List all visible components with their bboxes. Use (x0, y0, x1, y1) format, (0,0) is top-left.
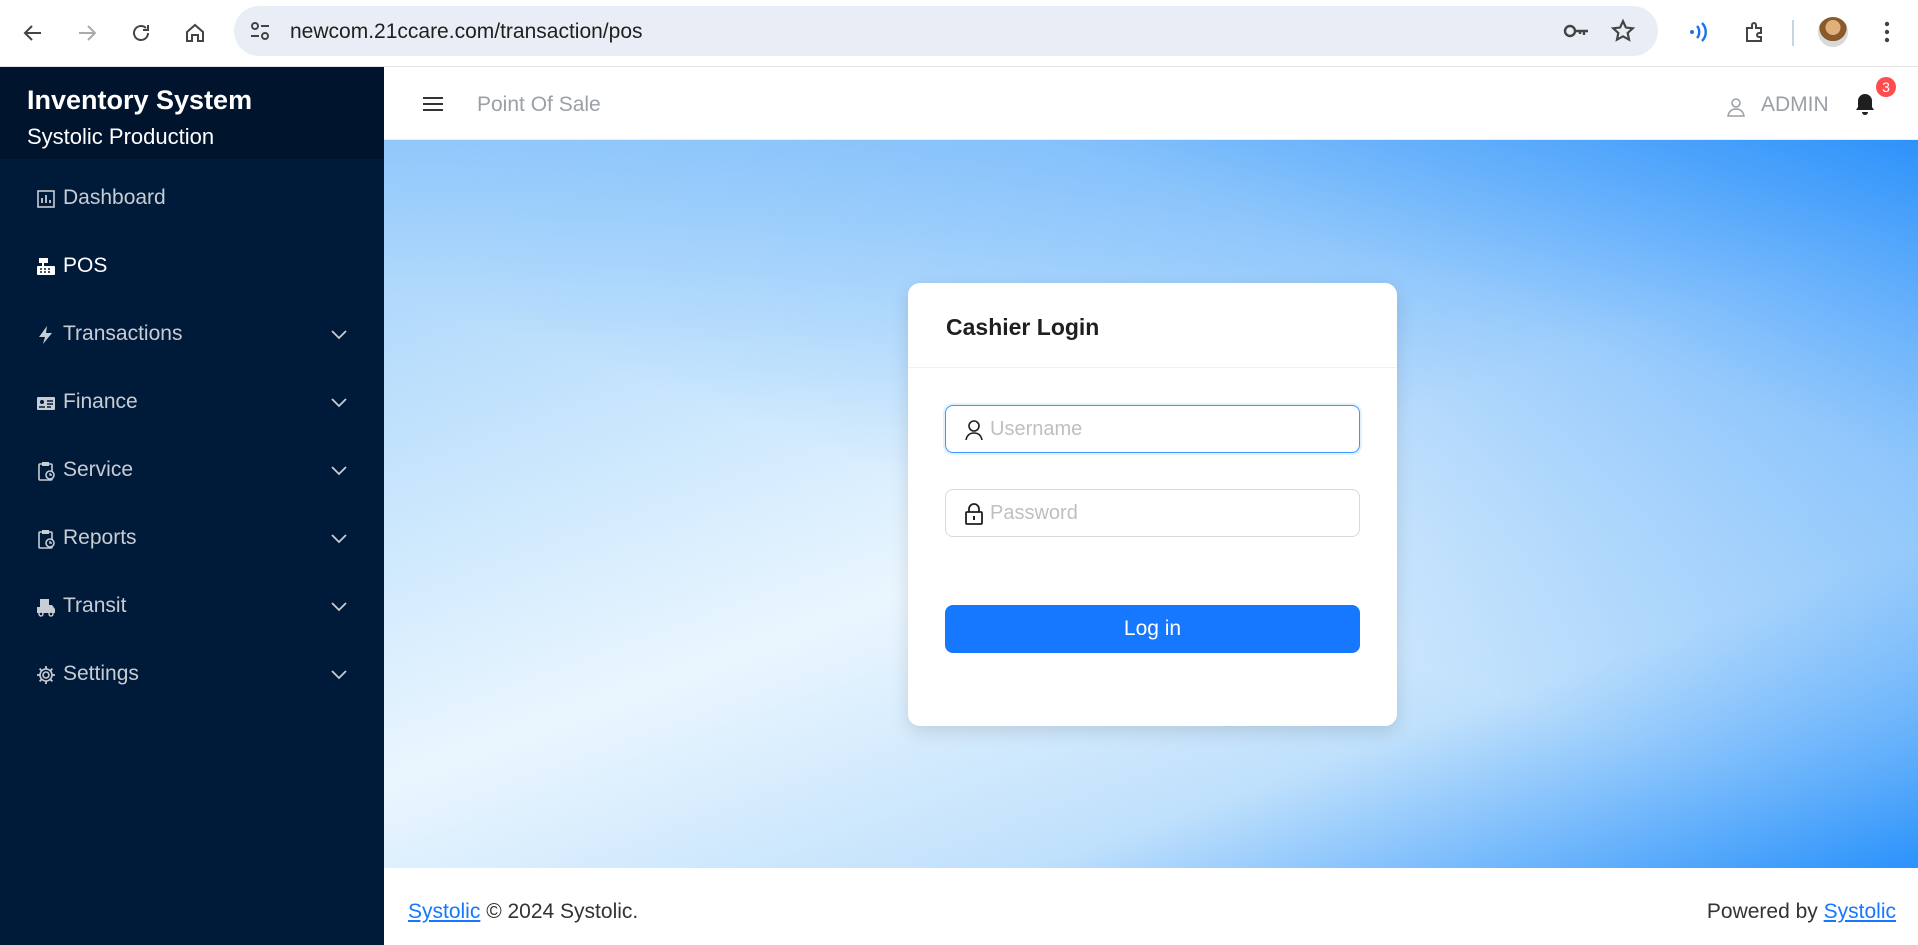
sidebar-item-label: Transit (63, 594, 127, 617)
browser-toolbar: newcom.21ccare.com/transaction/pos (0, 0, 1918, 67)
lock-icon (965, 503, 983, 525)
chevron-down-icon (331, 398, 347, 408)
reload-button[interactable] (122, 14, 160, 52)
chevron-down-icon (331, 466, 347, 476)
browser-menu-icon[interactable] (1872, 17, 1902, 47)
sidebar-item-pos[interactable]: POS (0, 241, 384, 293)
cashier-login-card: Cashier Login Log in (908, 283, 1397, 726)
forward-button[interactable] (68, 14, 106, 52)
clipboard-icon (38, 530, 55, 549)
footer-copyright: Systolic © 2024 Systolic. (408, 900, 638, 924)
chevron-down-icon (331, 330, 347, 340)
sidebar-item-label: Transactions (63, 322, 183, 345)
footer: Systolic © 2024 Systolic. Powered by Sys… (384, 868, 1918, 945)
id-card-icon (37, 397, 55, 410)
gear-icon (37, 666, 55, 684)
sidebar-item-settings[interactable]: Settings (0, 649, 384, 701)
user-icon (965, 420, 983, 441)
arrow-right-icon (79, 25, 97, 41)
toolbar-divider (1792, 20, 1794, 46)
extension-audio-icon[interactable] (1684, 17, 1714, 47)
reload-icon (133, 25, 149, 41)
key-icon[interactable] (1562, 19, 1590, 43)
sidebar: Inventory System Systolic Production Das… (0, 67, 384, 945)
sidebar-item-label: Service (63, 458, 134, 481)
app-header: Point Of Sale ADMIN 3 (384, 67, 1918, 140)
back-button[interactable] (14, 14, 52, 52)
footer-link-systolic-powered[interactable]: Systolic (1824, 900, 1896, 923)
sidebar-item-label: POS (63, 254, 108, 277)
site-info-icon[interactable] (248, 19, 272, 43)
extensions-puzzle-icon[interactable] (1740, 17, 1770, 47)
card-title: Cashier Login (946, 314, 1100, 340)
sidebar-item-reports[interactable]: Reports (0, 513, 384, 565)
sidebar-item-dashboard[interactable]: Dashboard (0, 173, 384, 225)
lightning-icon (39, 326, 52, 344)
clipboard-icon (38, 462, 55, 481)
brand-title: Inventory System (27, 85, 253, 115)
url-text[interactable]: newcom.21ccare.com/transaction/pos (290, 20, 643, 44)
truck-icon (37, 599, 55, 617)
home-button[interactable] (176, 14, 214, 52)
address-bar[interactable]: newcom.21ccare.com/transaction/pos (234, 6, 1658, 56)
user-icon (1727, 98, 1745, 117)
bookmark-star-icon[interactable] (1610, 18, 1636, 44)
brand: Inventory System Systolic Production (0, 67, 384, 159)
username-input[interactable] (990, 414, 1350, 444)
powered-by-text: Powered by (1706, 900, 1824, 923)
hamburger-menu-icon[interactable] (422, 95, 444, 113)
notification-badge: 3 (1876, 77, 1896, 97)
brand-subtitle: Systolic Production (27, 124, 215, 149)
card-header: Cashier Login (908, 283, 1397, 368)
sidebar-item-service[interactable]: Service (0, 445, 384, 497)
sidebar-item-label: Reports (63, 526, 137, 549)
username-field[interactable] (945, 405, 1360, 453)
home-icon (186, 23, 204, 42)
cash-register-icon (37, 258, 55, 275)
bar-chart-icon (37, 190, 55, 208)
chevron-down-icon (331, 602, 347, 612)
page-title: Point Of Sale (477, 93, 601, 116)
sidebar-item-transactions[interactable]: Transactions (0, 309, 384, 361)
user-name[interactable]: ADMIN (1761, 93, 1829, 117)
password-input[interactable] (990, 498, 1350, 528)
profile-avatar[interactable] (1818, 17, 1848, 47)
chevron-down-icon (331, 534, 347, 544)
login-button[interactable]: Log in (945, 605, 1360, 653)
sidebar-item-label: Dashboard (63, 186, 166, 209)
sidebar-item-finance[interactable]: Finance (0, 377, 384, 429)
sidebar-item-label: Finance (63, 390, 138, 413)
copyright-text: © 2024 Systolic. (480, 900, 639, 923)
sidebar-item-label: Settings (63, 662, 139, 685)
sidebar-item-transit[interactable]: Transit (0, 581, 384, 633)
arrow-left-icon (23, 25, 41, 41)
footer-link-systolic[interactable]: Systolic (408, 900, 480, 923)
bell-icon[interactable] (1854, 92, 1876, 116)
password-field[interactable] (945, 489, 1360, 537)
footer-powered-by: Powered by Systolic (1707, 900, 1896, 924)
main-content: Cashier Login Log in (384, 140, 1918, 868)
chevron-down-icon (331, 670, 347, 680)
